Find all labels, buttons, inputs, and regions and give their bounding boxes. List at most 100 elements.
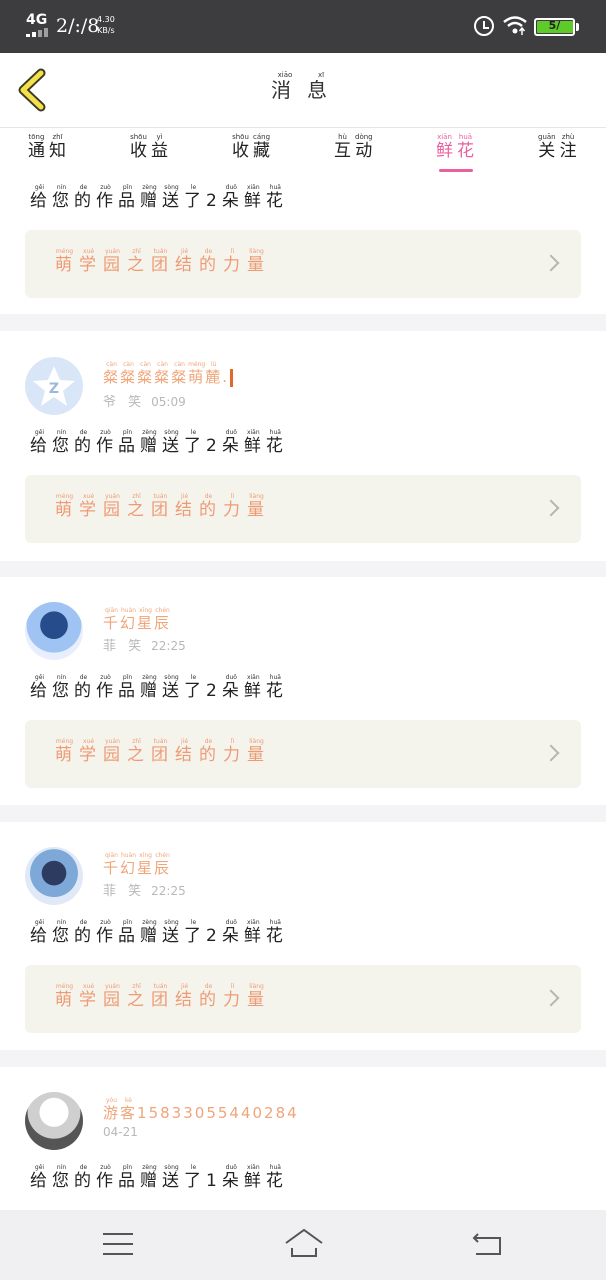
message-char: 您nín: [52, 184, 71, 211]
tab-5[interactable]: 关guān注zhù: [538, 128, 581, 176]
work-title-char: 团tuán: [151, 493, 170, 520]
work-link-card[interactable]: 萌méng 学xué 园yuán 之zhī 团tuán 结jié 的de 力lì 量liàng: [25, 230, 581, 298]
chevron-right-icon: [542, 254, 560, 272]
work-link-card[interactable]: 萌méng 学xué 园yuán 之zhī 团tuán 结jié 的de 力lì 量liàng: [25, 965, 581, 1033]
home-icon[interactable]: [283, 1227, 325, 1259]
work-title-char: 量liàng: [247, 983, 266, 1010]
work-title-char: 学xué: [79, 248, 98, 275]
battery-icon: 5/: [534, 18, 575, 36]
message-char: 的de: [74, 184, 93, 211]
work-link-card[interactable]: 萌méng 学xué 园yuán 之zhī 团tuán 结jié 的de 力lì 量liàng: [25, 475, 581, 543]
user-name-char: 0: [194, 1104, 207, 1122]
message-char: 作zuò: [96, 919, 115, 946]
tab-label-char: 互hù: [334, 133, 351, 161]
avatar[interactable]: [25, 1092, 83, 1150]
work-link-card[interactable]: 萌méng 学xué 园yuán 之zhī 团tuán 结jié 的de 力lì 量liàng: [25, 720, 581, 788]
work-title-char: 量liàng: [247, 493, 266, 520]
work-title-char: 的de: [199, 983, 218, 1010]
user-name-char: 5: [217, 1104, 230, 1122]
tab-2[interactable]: 收shōu藏cáng: [232, 128, 274, 176]
status-bar: 4G 2/:/8 4.30 KB/s 5/: [0, 0, 606, 53]
user-name[interactable]: 千qiān幻huàn星xīng辰chén: [103, 607, 171, 633]
message-char: 作zuò: [96, 184, 115, 211]
message-char: 朵duǒ: [221, 184, 241, 211]
message-char: 朵duǒ: [221, 429, 241, 456]
user-name-char: 星xīng: [137, 852, 155, 877]
flower-message-card: Z 粲càn粲càn粲càn粲càn粲càn萌méng麓lù. 爷 笑 05:09 给g…: [0, 331, 606, 561]
message-char: 鲜xiān: [243, 674, 263, 701]
work-title-char: 学xué: [79, 738, 98, 765]
message-char: 送sòng: [162, 1164, 181, 1191]
user-name-char: 星xīng: [137, 607, 155, 632]
message-char: 朵duǒ: [221, 919, 241, 946]
message-char: 品pǐn: [118, 184, 137, 211]
user-name-char: 8: [160, 1104, 172, 1122]
flower-message-card: 千qiān幻huàn星xīng辰chén 菲 笑 22:25 给gěi您nín的de作…: [0, 577, 606, 805]
user-name[interactable]: 千qiān幻huàn星xīng辰chén: [103, 852, 171, 878]
user-name-char: 1: [137, 1104, 149, 1122]
message-char: 给gěi: [30, 674, 49, 701]
user-name-char: 粲càn: [103, 361, 121, 386]
user-name-char: 3: [183, 1104, 195, 1122]
work-title-char: 萌méng: [55, 248, 74, 275]
text-cursor: [230, 368, 234, 387]
flower-message-text: 给gěi您nín的de作zuò品pǐn赠zèng送sòng了le2 朵duǒ鲜xi…: [30, 184, 288, 211]
tab-0[interactable]: 通tōng知zhī: [28, 128, 70, 176]
user-name-char: 千qiān: [103, 607, 121, 632]
title-char: 消xiāo: [271, 71, 299, 102]
user-role: 菲 笑: [103, 639, 146, 654]
user-name-char: .: [222, 368, 230, 386]
user-name-char: 游yóu: [103, 1097, 121, 1122]
avatar[interactable]: [25, 847, 83, 905]
svg-text:Z: Z: [49, 381, 59, 397]
tab-3[interactable]: 互hù动dòng: [334, 128, 377, 176]
user-name-char: 幻huàn: [120, 607, 138, 632]
message-time: 22:25: [151, 639, 186, 653]
tab-4[interactable]: 鲜xiān花huā: [436, 128, 478, 176]
message-char: 给gěi: [30, 184, 49, 211]
work-title-char: 园yuán: [103, 738, 122, 765]
tab-label-char: 花huā: [457, 133, 474, 161]
tab-1[interactable]: 收shōu益yì: [130, 128, 172, 176]
signal-icon: [26, 28, 48, 37]
message-char: 了le: [184, 184, 203, 211]
user-name[interactable]: 游yóu客kè15833055440284: [103, 1097, 299, 1123]
user-name[interactable]: 粲càn粲càn粲càn粲càn粲càn萌méng麓lù.: [103, 361, 234, 387]
message-char: 作zuò: [96, 429, 115, 456]
header: 消xiāo 息xī: [0, 53, 606, 128]
tab-label-char: 藏cáng: [253, 133, 271, 161]
message-char: 赠zèng: [140, 1164, 159, 1191]
message-char: 的de: [74, 1164, 93, 1191]
work-title-char: 之zhī: [127, 983, 146, 1010]
user-name-char: 粲càn: [154, 361, 172, 386]
clock-time: 2/:/8: [56, 15, 100, 37]
work-title: 萌méng 学xué 园yuán 之zhī 团tuán 结jié 的de 力lì 量liàng: [55, 230, 271, 300]
message-char: 品pǐn: [118, 674, 137, 701]
message-char: 给gěi: [30, 429, 49, 456]
user-name-char: 萌méng: [188, 361, 206, 386]
network-type: 4G: [26, 12, 48, 28]
chevron-right-icon: [542, 744, 560, 762]
message-time: 05:09: [151, 395, 186, 409]
work-title-char: 萌méng: [55, 983, 74, 1010]
avatar[interactable]: Z: [25, 357, 83, 415]
message-char: 品pǐn: [118, 919, 137, 946]
message-char: 的de: [74, 429, 93, 456]
menu-icon[interactable]: [103, 1233, 133, 1255]
system-nav-bar: [0, 1210, 606, 1280]
avatar[interactable]: [25, 602, 83, 660]
tab-label-char: 关guān: [538, 133, 556, 161]
message-char: 花huā: [265, 184, 285, 211]
work-title-char: 萌méng: [55, 738, 74, 765]
message-char: 花huā: [265, 674, 285, 701]
work-title: 萌méng 学xué 园yuán 之zhī 团tuán 结jié 的de 力lì 量liàng: [55, 720, 271, 790]
message-char: 鲜xiān: [243, 184, 263, 211]
work-title-char: 团tuán: [151, 738, 170, 765]
back-icon[interactable]: [470, 1230, 504, 1258]
message-time: 04-21: [103, 1125, 138, 1139]
tab-bar: 通tōng知zhī 收shōu益yì 收shōu藏cáng 互hù动dòng 鲜xiān…: [0, 128, 606, 176]
user-name-char: 4: [229, 1104, 241, 1122]
user-name-char: 0: [252, 1104, 265, 1122]
work-title-char: 的de: [199, 248, 218, 275]
chevron-right-icon: [542, 989, 560, 1007]
